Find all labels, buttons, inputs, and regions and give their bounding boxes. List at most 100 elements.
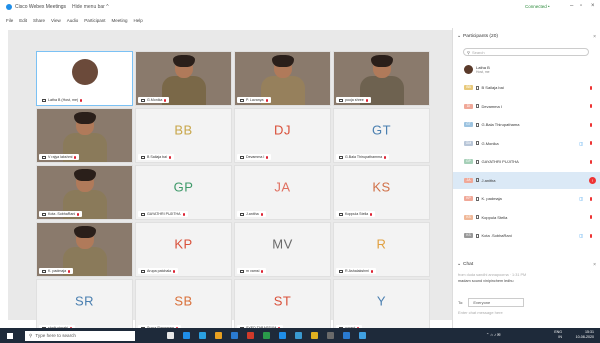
video-tile[interactable]: GT G.Bala Thirupathamma [333, 108, 430, 163]
participant-row[interactable]: KP K. padmaja ◫ [453, 190, 600, 207]
camera-icon [339, 155, 343, 159]
hide-menu-bar-button[interactable]: Hide menu bar ^ [72, 4, 109, 10]
video-tile[interactable]: Kota .SobhaRani [36, 165, 133, 220]
device-icon [476, 178, 479, 182]
muted-mic-icon [384, 155, 387, 159]
video-tile[interactable]: Latha B (Host, me) [36, 51, 133, 106]
participant-badge: KS [464, 214, 473, 220]
chat-message: madam sound vinipinchem ledhu [458, 279, 514, 283]
video-tile[interactable]: pooja shree [333, 51, 430, 106]
video-tile[interactable]: KS Koppula Stella [333, 165, 430, 220]
webex-logo-icon [6, 4, 12, 10]
participant-name: pooja shree [345, 98, 364, 102]
muted-mic-icon[interactable] [590, 215, 592, 219]
menu-share[interactable]: Share [33, 18, 45, 23]
device-icon [476, 215, 479, 219]
video-tile[interactable]: P. Lavanya [234, 51, 331, 106]
chat-header[interactable]: ⌄ Chat [457, 262, 473, 267]
participant-row[interactable]: DI Devamma I [453, 98, 600, 115]
video-tile[interactable]: R R.Ashalakshmi [333, 222, 430, 277]
maximize-button[interactable]: ▫ [580, 3, 582, 9]
taskbar-app-icon[interactable] [231, 332, 238, 339]
video-tile[interactable]: BB B Sailaja bai [135, 108, 232, 163]
video-tile[interactable]: V rajya lakshmi [36, 108, 133, 163]
video-tile[interactable]: JA J.anitha [234, 165, 331, 220]
video-tile[interactable]: GP GAYATHRI PUJITHA [135, 165, 232, 220]
search-placeholder: Search [471, 49, 485, 55]
system-clock[interactable]: ENG IN 15:31 10-08-2020 [554, 330, 594, 340]
participant-name: V rajya lakshmi [48, 155, 73, 159]
muted-mic-icon[interactable] [590, 196, 592, 201]
muted-mic-icon[interactable] [590, 159, 592, 164]
muted-mic-icon [77, 212, 80, 216]
taskbar-app-icon[interactable] [183, 332, 190, 339]
participant-name: P. Lavanya [246, 98, 264, 102]
video-tile[interactable]: SBSuma Rangaram [135, 279, 232, 334]
participant-badge: JA [464, 177, 473, 183]
taskbar-app-icon[interactable] [199, 332, 206, 339]
camera-icon [42, 155, 46, 159]
muted-mic-icon[interactable] [590, 233, 592, 238]
device-icon [476, 85, 479, 90]
chat-recipient-row: To: Everyone [458, 298, 525, 307]
taskbar-app-icon[interactable] [263, 332, 270, 339]
participants-header[interactable]: ⌄ Participants (20) [457, 34, 498, 39]
device-icon [476, 122, 479, 127]
participant-row[interactable]: GT G.Bala Thirupathama [453, 116, 600, 133]
participant-row-host[interactable]: Latha B Host, me [453, 61, 600, 78]
taskbar-search-input[interactable]: ⚲ Type here to search [25, 330, 135, 341]
taskbar-app-icon[interactable] [295, 332, 302, 339]
video-tile[interactable]: DJ Devamma I [234, 108, 331, 163]
camera-icon [240, 155, 244, 159]
taskbar-app-icon[interactable] [167, 332, 174, 339]
video-tile[interactable]: K. padmaja [36, 222, 133, 277]
device-icon [476, 233, 479, 238]
menu-file[interactable]: File [6, 18, 13, 23]
participants-close-icon[interactable]: × [593, 34, 596, 40]
participant-row[interactable]: KS Koppula Stella [453, 209, 600, 226]
recipient-select[interactable]: Everyone [468, 298, 525, 307]
video-tile[interactable]: Yy.mani [333, 279, 430, 334]
participant-row[interactable]: JA J.anitha! [453, 171, 600, 189]
connection-status[interactable]: Connected • [525, 4, 550, 9]
windows-start-icon[interactable] [7, 332, 13, 339]
tray-icons[interactable]: ⌃ ⌂ ♪ ✉ [486, 332, 500, 337]
muted-mic-icon[interactable] [590, 104, 592, 108]
participant-row[interactable]: GM G.Monika ◫ [453, 135, 600, 152]
chat-close-icon[interactable]: × [593, 262, 596, 268]
video-tile[interactable]: STSYED TABASSUM [234, 279, 331, 334]
menu-view[interactable]: View [51, 18, 61, 23]
muted-mic-icon[interactable] [590, 122, 592, 127]
taskbar-app-icon[interactable] [215, 332, 222, 339]
taskbar-app-icon[interactable] [247, 332, 254, 339]
participant-row[interactable]: GP GAYATHRI PUJITHA [453, 153, 600, 170]
video-tile[interactable]: SRshaik nimabi [36, 279, 133, 334]
participant-row[interactable]: BB B Sailaja bai [453, 79, 600, 96]
video-tile[interactable]: KP Arupa patchala [135, 222, 232, 277]
taskbar-app-icon[interactable] [343, 332, 350, 339]
muted-mic-icon[interactable] [590, 85, 592, 90]
muted-mic-icon[interactable] [590, 141, 592, 145]
taskbar-app-icon[interactable] [359, 332, 366, 339]
camera-icon [141, 98, 145, 102]
taskbar-app-icon[interactable] [327, 332, 334, 339]
participant-nameplate: V rajya lakshmi [39, 154, 80, 160]
taskbar-app-icon[interactable] [311, 332, 318, 339]
video-tile[interactable]: G.Monika [135, 51, 232, 106]
minimize-button[interactable]: – [570, 3, 573, 9]
menu-participant[interactable]: Participant [84, 18, 105, 23]
chat-message-input[interactable]: Enter chat message here [458, 310, 503, 315]
menu-meeting[interactable]: Meeting [112, 18, 128, 23]
camera-icon [240, 98, 244, 102]
close-button[interactable]: × [591, 3, 595, 9]
taskbar-app-icon[interactable] [279, 332, 286, 339]
alert-icon[interactable]: ! [589, 176, 596, 184]
participant-search-input[interactable]: ⚲ Search [463, 48, 589, 56]
menu-help[interactable]: Help [134, 18, 143, 23]
video-tile[interactable]: MV m vamsi [234, 222, 331, 277]
participant-row[interactable]: KS Kota .SobhaRani ◫ [453, 227, 600, 244]
menu-edit[interactable]: Edit [19, 18, 27, 23]
muted-mic-icon [266, 155, 269, 159]
menu-audio[interactable]: Audio [67, 18, 79, 23]
participant-name: Koppula Stella [345, 212, 369, 216]
